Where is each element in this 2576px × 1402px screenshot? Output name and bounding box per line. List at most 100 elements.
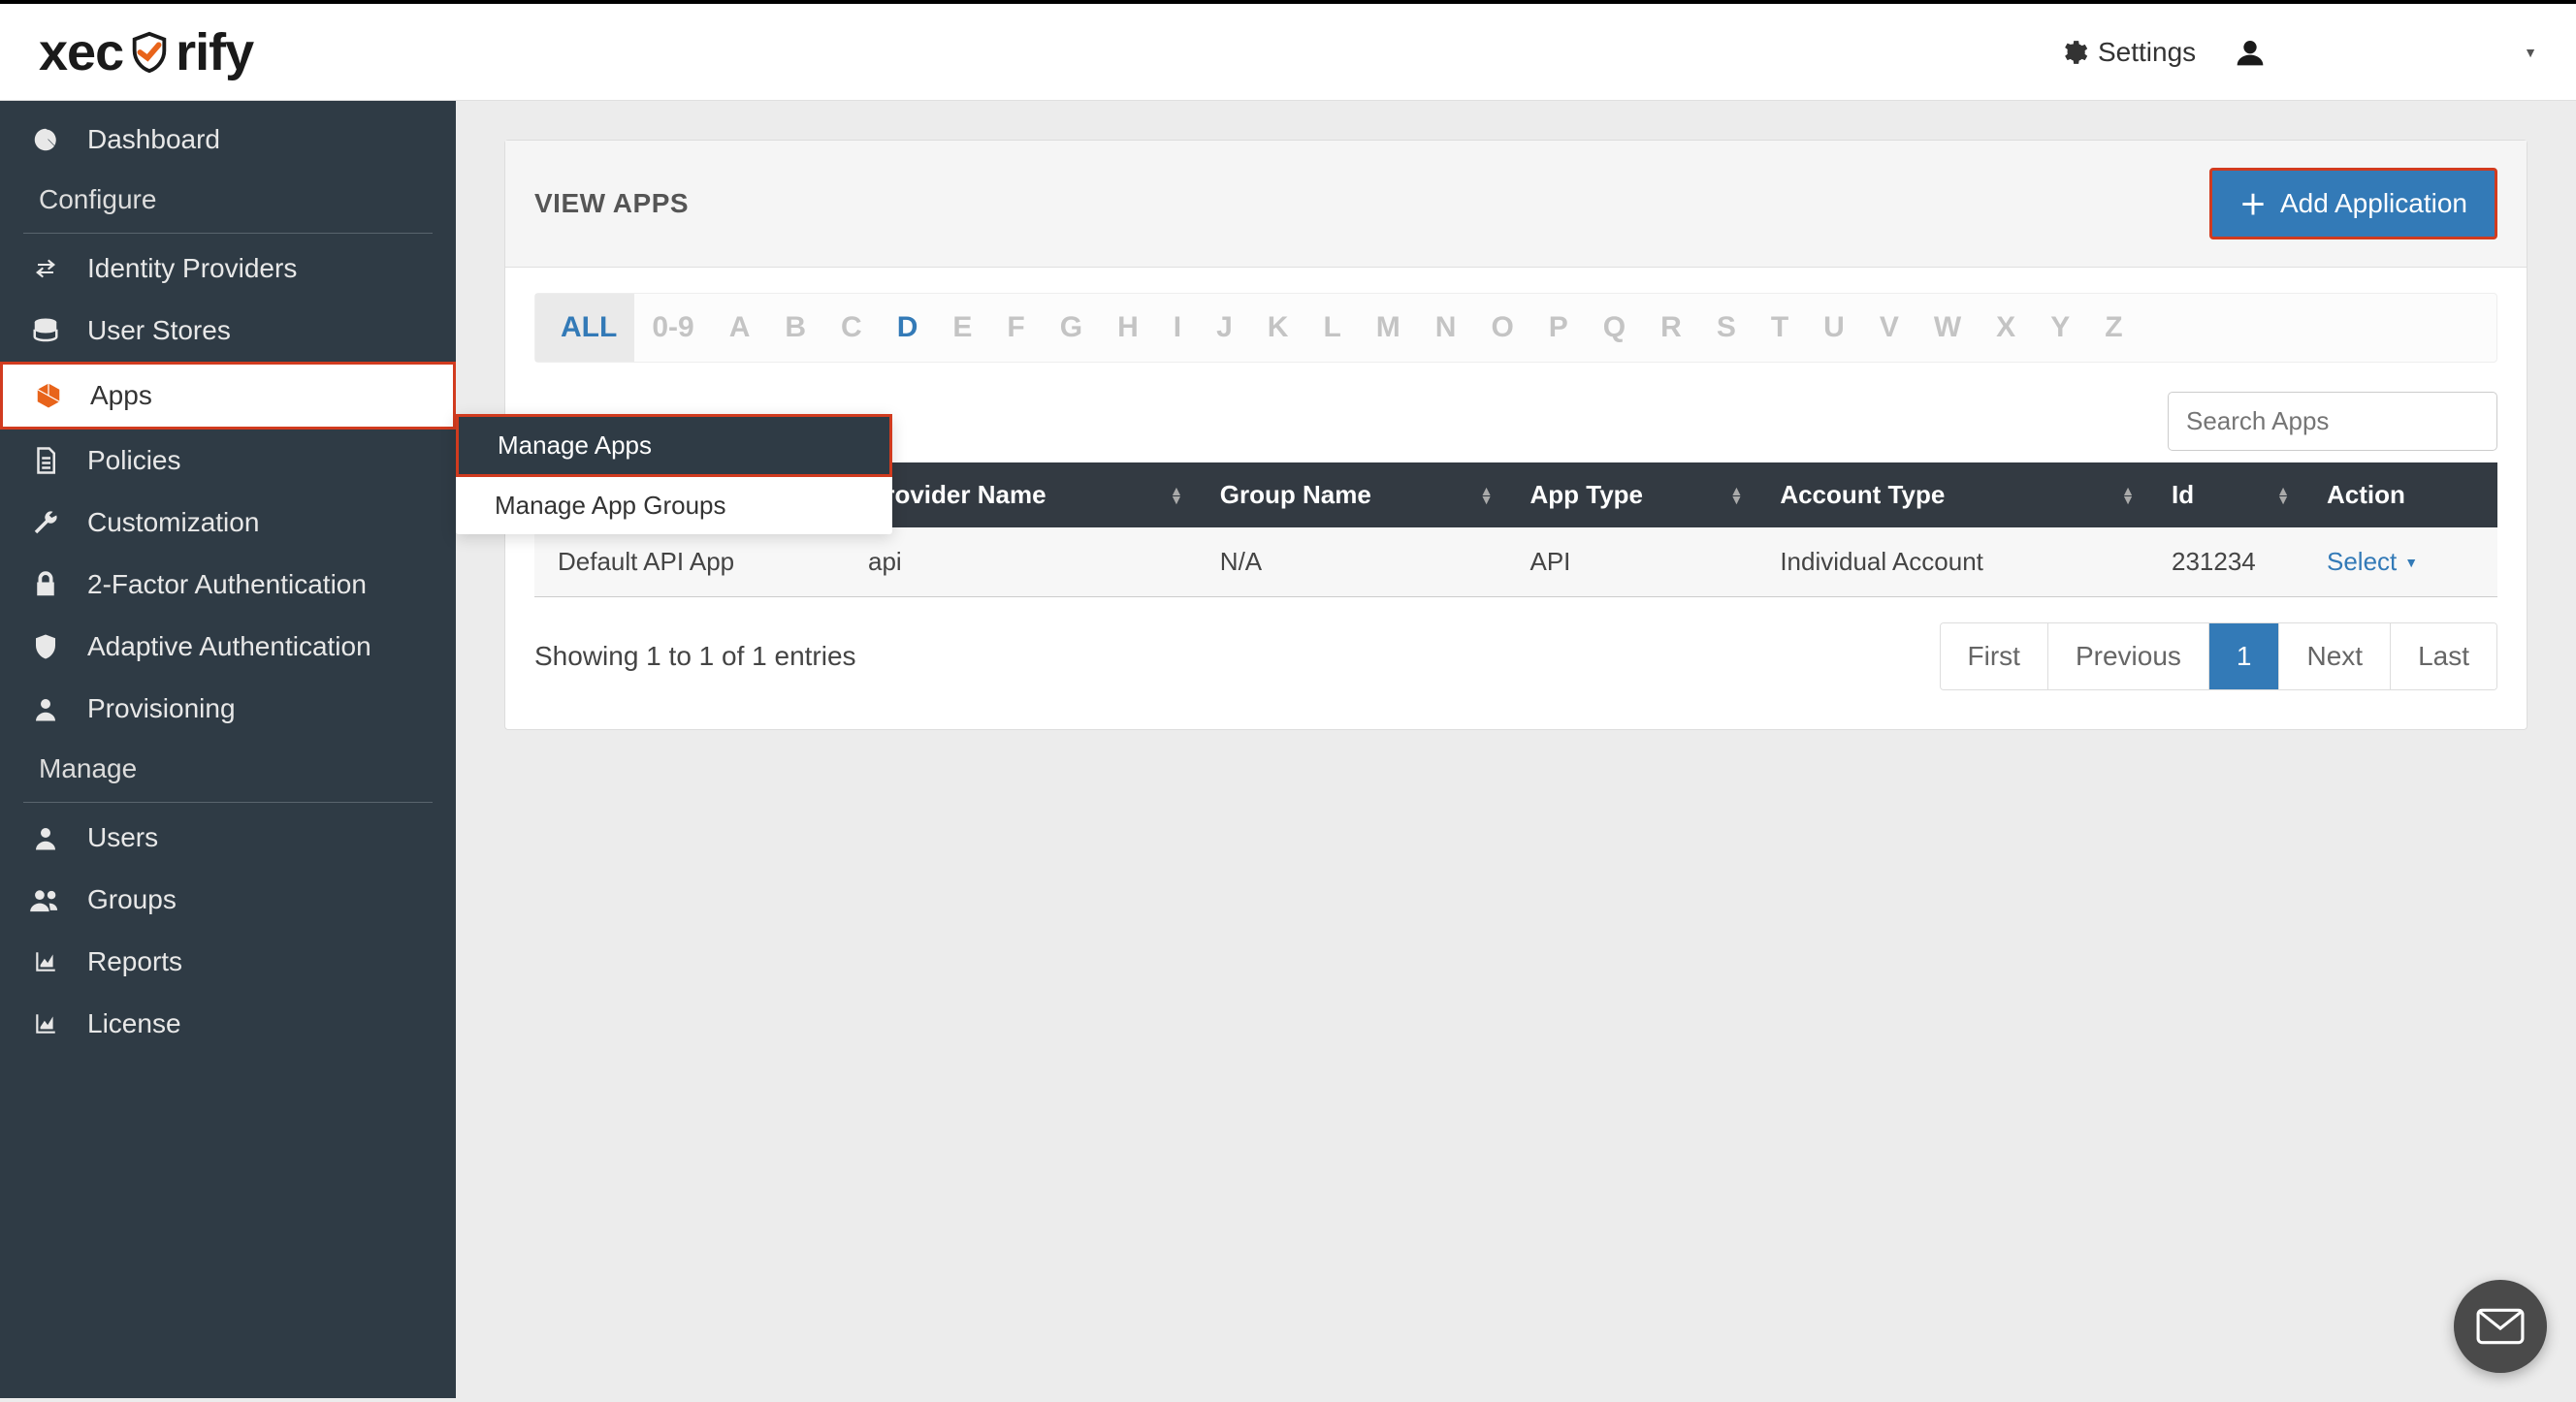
alpha-filter: ALL 0-9 A B C D E F G H I J K L M N O <box>534 293 2497 363</box>
plus-icon: ＋ <box>2239 184 2267 223</box>
sidebar-item-groups[interactable]: Groups <box>0 869 456 931</box>
alpha-b[interactable]: B <box>767 294 823 362</box>
alpha-n[interactable]: N <box>1418 294 1474 362</box>
dashboard-icon <box>29 125 62 154</box>
alpha-g[interactable]: G <box>1043 294 1100 362</box>
chart-icon <box>29 1011 62 1036</box>
sidebar: Dashboard Configure Identity Providers U… <box>0 101 456 1398</box>
entries-info: Showing 1 to 1 of 1 entries <box>534 641 856 672</box>
alpha-c[interactable]: C <box>823 294 880 362</box>
sidebar-item-apps[interactable]: Apps <box>0 362 456 430</box>
cell-account-type: Individual Account <box>1756 527 2148 597</box>
gear-icon <box>2059 38 2088 67</box>
logo: xec rify <box>39 22 253 82</box>
alpha-m[interactable]: M <box>1359 294 1418 362</box>
main-content: VIEW APPS ＋ Add Application ALL 0-9 A B … <box>456 101 2576 1398</box>
sidebar-item-label: 2-Factor Authentication <box>87 569 367 600</box>
page-first[interactable]: First <box>1941 623 2048 689</box>
sidebar-item-license[interactable]: License <box>0 993 456 1055</box>
sort-icon: ▲▼ <box>1170 487 1183 504</box>
alpha-l[interactable]: L <box>1305 294 1358 362</box>
sidebar-item-reports[interactable]: Reports <box>0 931 456 993</box>
cell-action: Select ▼ <box>2303 527 2497 597</box>
alpha-j[interactable]: J <box>1199 294 1250 362</box>
settings-button[interactable]: Settings <box>2059 37 2196 68</box>
add-application-button[interactable]: ＋ Add Application <box>2209 168 2497 239</box>
panel-header: VIEW APPS ＋ Add Application <box>505 141 2527 268</box>
sidebar-item-customization[interactable]: Customization <box>0 492 456 554</box>
exchange-icon <box>29 257 62 280</box>
database-icon <box>29 316 62 345</box>
sidebar-item-policies[interactable]: Policies <box>0 430 456 492</box>
alpha-e[interactable]: E <box>935 294 989 362</box>
page-last[interactable]: Last <box>2391 623 2496 689</box>
alpha-q[interactable]: Q <box>1586 294 1643 362</box>
page-previous[interactable]: Previous <box>2048 623 2209 689</box>
panel-title: VIEW APPS <box>534 188 689 219</box>
sidebar-item-label: Dashboard <box>87 124 220 155</box>
sort-icon: ▲▼ <box>1480 487 1494 504</box>
sidebar-item-label: Groups <box>87 884 177 915</box>
col-provider-name[interactable]: Provider Name ▲▼ <box>845 462 1197 527</box>
user-icon <box>29 694 62 723</box>
col-id[interactable]: Id ▲▼ <box>2148 462 2303 527</box>
document-icon <box>29 446 62 475</box>
alpha-f[interactable]: F <box>989 294 1042 362</box>
header-right: Settings ▼ <box>2059 37 2537 68</box>
flyout-manage-apps[interactable]: Manage Apps <box>456 414 892 477</box>
alpha-x[interactable]: X <box>1979 294 2033 362</box>
alpha-t[interactable]: T <box>1754 294 1806 362</box>
chat-button[interactable] <box>2454 1280 2547 1373</box>
select-action[interactable]: Select ▼ <box>2327 547 2418 577</box>
logo-text-left: xec <box>39 22 123 82</box>
sidebar-item-2fa[interactable]: 2-Factor Authentication <box>0 554 456 616</box>
search-input[interactable] <box>2168 392 2497 451</box>
alpha-s[interactable]: S <box>1699 294 1754 362</box>
sidebar-section-configure: Configure <box>0 171 456 229</box>
users-icon <box>29 885 62 914</box>
mail-icon <box>2476 1308 2525 1345</box>
sidebar-item-adaptive-auth[interactable]: Adaptive Authentication <box>0 616 456 678</box>
alpha-r[interactable]: R <box>1643 294 1699 362</box>
alpha-v[interactable]: V <box>1862 294 1916 362</box>
alpha-all[interactable]: ALL <box>535 294 634 362</box>
alpha-h[interactable]: H <box>1100 294 1156 362</box>
sidebar-item-label: License <box>87 1008 181 1039</box>
sidebar-item-label: Policies <box>87 445 180 476</box>
page-current[interactable]: 1 <box>2209 623 2280 689</box>
col-account-type[interactable]: Account Type ▲▼ <box>1756 462 2148 527</box>
sidebar-item-identity-providers[interactable]: Identity Providers <box>0 238 456 300</box>
user-menu[interactable]: ▼ <box>2235 37 2537 68</box>
sidebar-item-user-stores[interactable]: User Stores <box>0 300 456 362</box>
alpha-z[interactable]: Z <box>2087 294 2140 362</box>
sidebar-item-provisioning[interactable]: Provisioning <box>0 678 456 740</box>
top-header: xec rify Settings <box>0 4 2576 101</box>
alpha-0-9[interactable]: 0-9 <box>634 294 711 362</box>
settings-label: Settings <box>2098 37 2196 68</box>
alpha-d[interactable]: D <box>880 294 936 362</box>
alpha-k[interactable]: K <box>1250 294 1306 362</box>
col-group-name[interactable]: Group Name ▲▼ <box>1197 462 1507 527</box>
sidebar-item-label: User Stores <box>87 315 231 346</box>
sidebar-item-label: Reports <box>87 946 182 977</box>
sidebar-section-manage: Manage <box>0 740 456 798</box>
sidebar-item-dashboard[interactable]: Dashboard <box>0 109 456 171</box>
sidebar-item-label: Adaptive Authentication <box>87 631 371 662</box>
alpha-u[interactable]: U <box>1806 294 1862 362</box>
cell-app-type: API <box>1507 527 1757 597</box>
alpha-o[interactable]: O <box>1473 294 1530 362</box>
sidebar-item-users[interactable]: Users <box>0 807 456 869</box>
col-app-type[interactable]: App Type ▲▼ <box>1507 462 1757 527</box>
alpha-w[interactable]: W <box>1916 294 1979 362</box>
flyout-manage-app-groups[interactable]: Manage App Groups <box>456 477 892 534</box>
alpha-y[interactable]: Y <box>2033 294 2087 362</box>
alpha-i[interactable]: I <box>1156 294 1199 362</box>
alpha-p[interactable]: P <box>1531 294 1586 362</box>
apps-flyout-menu: Manage Apps Manage App Groups <box>456 414 892 534</box>
user-icon <box>29 823 62 852</box>
logo-text-right: rify <box>176 22 253 82</box>
cell-provider: api <box>845 527 1197 597</box>
alpha-a[interactable]: A <box>712 294 768 362</box>
page-next[interactable]: Next <box>2279 623 2391 689</box>
shield-icon <box>29 632 62 661</box>
